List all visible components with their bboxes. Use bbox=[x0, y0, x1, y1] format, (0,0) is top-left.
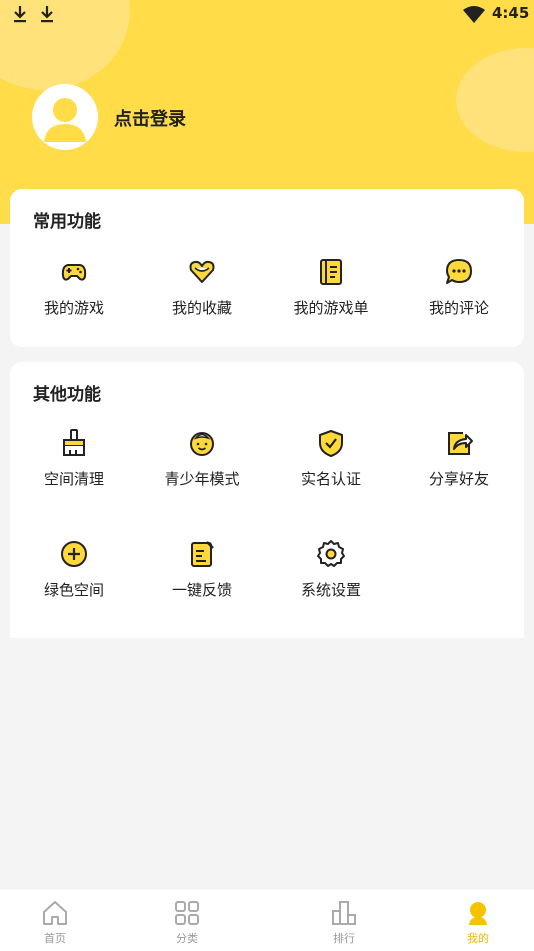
my-game-list-item[interactable]: 我的游戏单 bbox=[267, 257, 395, 337]
item-label: 我的游戏单 bbox=[293, 299, 369, 317]
home-icon bbox=[43, 901, 67, 925]
tab-category[interactable]: 分类 bbox=[147, 889, 227, 951]
share-friends-item[interactable]: 分享好友 bbox=[395, 428, 523, 508]
item-label: 我的收藏 bbox=[171, 299, 232, 317]
my-comments-item[interactable]: 我的评论 bbox=[395, 257, 523, 337]
download-icon bbox=[14, 6, 26, 23]
item-label: 系统设置 bbox=[300, 581, 361, 599]
feedback-icon bbox=[191, 541, 214, 567]
tab-profile[interactable]: 我的 bbox=[438, 889, 518, 951]
real-name-auth-item[interactable]: 实名认证 bbox=[267, 428, 395, 508]
user-avatar-icon bbox=[44, 98, 86, 142]
section-title: 常用功能 bbox=[33, 212, 101, 232]
item-label: 空间清理 bbox=[43, 470, 104, 488]
broom-icon bbox=[63, 429, 85, 456]
item-label: 绿色空间 bbox=[43, 581, 104, 599]
green-space-item[interactable]: 绿色空间 bbox=[10, 539, 138, 619]
tab-label: 我的 bbox=[467, 932, 489, 945]
header-decoration bbox=[456, 48, 534, 152]
category-icon bbox=[175, 901, 199, 925]
child-face-icon bbox=[190, 432, 214, 456]
tab-home[interactable]: 首页 bbox=[15, 889, 95, 951]
list-icon bbox=[320, 259, 342, 285]
bottom-tab-bar: 首页 分类 排行 我的 bbox=[0, 888, 534, 951]
feedback-item[interactable]: 一键反馈 bbox=[138, 539, 266, 619]
profile-icon bbox=[469, 902, 487, 925]
share-icon bbox=[448, 432, 473, 455]
tab-ranking[interactable]: 排行 bbox=[304, 889, 384, 951]
item-label: 青少年模式 bbox=[164, 470, 240, 488]
space-clean-item[interactable]: 空间清理 bbox=[10, 428, 138, 508]
item-label: 一键反馈 bbox=[171, 581, 232, 599]
item-label: 实名认证 bbox=[300, 470, 361, 488]
heart-icon bbox=[189, 260, 215, 283]
my-games-item[interactable]: 我的游戏 bbox=[10, 257, 138, 337]
status-time: 4:45 bbox=[492, 4, 530, 22]
wifi-icon bbox=[463, 6, 485, 23]
youth-mode-item[interactable]: 青少年模式 bbox=[138, 428, 266, 508]
my-favorites-item[interactable]: 我的收藏 bbox=[138, 257, 266, 337]
other-functions-card: 其他功能 空间清理 青少年模式 实名认证 分享好友 绿色空间 一键反馈 系统设置 bbox=[10, 362, 524, 638]
item-label: 分享好友 bbox=[428, 470, 489, 488]
item-label: 我的评论 bbox=[428, 299, 489, 317]
status-bar: 4:45 bbox=[0, 0, 534, 30]
section-title: 其他功能 bbox=[33, 385, 101, 405]
common-functions-card: 常用功能 我的游戏 我的收藏 我的游戏单 我的评论 bbox=[10, 189, 524, 347]
ranking-icon bbox=[332, 901, 356, 925]
comment-icon bbox=[446, 259, 472, 284]
plus-circle-icon bbox=[61, 541, 87, 567]
shield-check-icon bbox=[319, 430, 343, 457]
gamepad-icon bbox=[61, 264, 87, 281]
tab-label: 排行 bbox=[333, 932, 355, 945]
tab-label: 首页 bbox=[44, 932, 66, 945]
avatar[interactable] bbox=[32, 84, 98, 150]
gear-icon bbox=[317, 540, 345, 567]
system-settings-item[interactable]: 系统设置 bbox=[267, 539, 395, 619]
login-link[interactable]: 点击登录 bbox=[114, 105, 186, 131]
tab-label: 分类 bbox=[176, 932, 198, 945]
download-icon bbox=[41, 6, 53, 23]
item-label: 我的游戏 bbox=[43, 299, 104, 317]
